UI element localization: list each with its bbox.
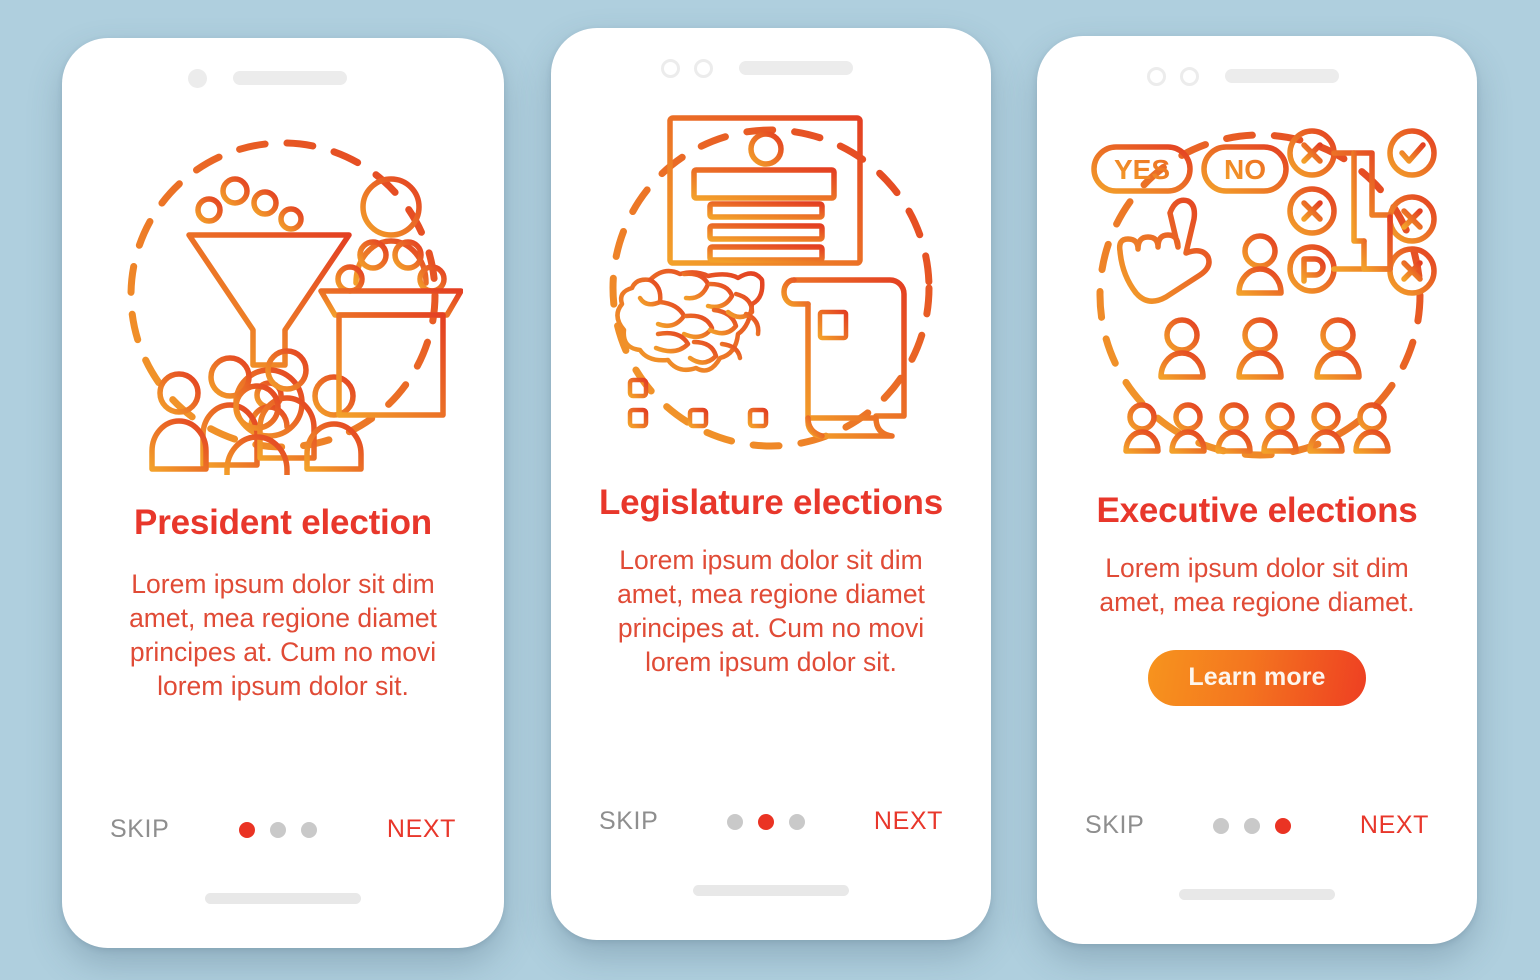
phone-mockup-legislature-elections: Legislature elections Lorem ipsum dolor … bbox=[551, 28, 991, 940]
next-button[interactable]: NEXT bbox=[387, 815, 456, 844]
pagination-dot-1[interactable] bbox=[727, 813, 744, 830]
home-indicator-bar bbox=[693, 885, 849, 896]
next-button[interactable]: NEXT bbox=[874, 807, 943, 836]
no-label: NO bbox=[1224, 154, 1266, 185]
phone-hardware-row bbox=[80, 56, 486, 100]
pagination-dot-3[interactable] bbox=[301, 821, 318, 838]
phone-hardware-row bbox=[1055, 54, 1459, 98]
pagination-dot-2[interactable] bbox=[758, 813, 775, 830]
pagination-dot-2[interactable] bbox=[270, 821, 287, 838]
page-body-text: Lorem ipsum dolor sit dim amet, mea regi… bbox=[129, 568, 437, 701]
yes-label: YES bbox=[1114, 154, 1170, 185]
front-camera-icon bbox=[1147, 66, 1166, 86]
onboarding-footer: SKIP NEXT bbox=[569, 807, 973, 836]
funnel-podium-crowd-illustration bbox=[80, 100, 486, 490]
copy-block: Executive elections Lorem ipsum dolor si… bbox=[1055, 492, 1459, 706]
front-camera-icon bbox=[188, 68, 207, 88]
pagination-dot-2[interactable] bbox=[1244, 817, 1261, 834]
onboarding-screens-canvas: President election Lorem ipsum dolor sit… bbox=[0, 0, 1540, 980]
onboarding-footer: SKIP NEXT bbox=[1055, 811, 1459, 840]
onboarding-footer: SKIP NEXT bbox=[80, 815, 486, 844]
pagination-dots bbox=[658, 813, 874, 830]
yes-no-hierarchy-checklist-illustration: YES NO bbox=[1055, 98, 1459, 488]
proximity-sensor-icon bbox=[694, 58, 713, 78]
page-title: Legislature elections bbox=[599, 483, 943, 522]
earpiece-speaker-icon bbox=[1225, 69, 1339, 83]
ballot-map-scroll-illustration bbox=[569, 90, 973, 480]
pagination-dot-1[interactable] bbox=[239, 821, 256, 838]
pagination-dots bbox=[1144, 817, 1360, 834]
screen-legislature-elections: Legislature elections Lorem ipsum dolor … bbox=[569, 46, 973, 940]
phone-mockup-executive-elections: YES NO Executive elections Lorem ipsum d… bbox=[1037, 36, 1477, 944]
screen-executive-elections: YES NO Executive elections Lorem ipsum d… bbox=[1055, 54, 1459, 944]
learn-more-button[interactable]: Learn more bbox=[1148, 649, 1366, 706]
pagination-dot-1[interactable] bbox=[1213, 817, 1230, 834]
skip-button[interactable]: SKIP bbox=[110, 815, 169, 844]
page-body-text: Lorem ipsum dolor sit dim amet, mea regi… bbox=[617, 544, 925, 677]
page-title: President election bbox=[134, 503, 432, 542]
page-body-text: Lorem ipsum dolor sit dim amet, mea regi… bbox=[1099, 552, 1415, 617]
earpiece-speaker-icon bbox=[233, 71, 347, 85]
proximity-sensor-icon bbox=[1180, 66, 1199, 86]
skip-button[interactable]: SKIP bbox=[1085, 811, 1144, 840]
home-indicator-bar bbox=[205, 893, 361, 904]
page-title: Executive elections bbox=[1096, 491, 1418, 530]
pagination-dot-3[interactable] bbox=[1275, 817, 1292, 834]
copy-block: President election Lorem ipsum dolor sit… bbox=[80, 504, 486, 703]
pagination-dots bbox=[169, 821, 387, 838]
home-indicator-bar bbox=[1179, 889, 1335, 900]
pagination-dot-3[interactable] bbox=[789, 813, 806, 830]
phone-mockup-president-election: President election Lorem ipsum dolor sit… bbox=[62, 38, 504, 948]
earpiece-speaker-icon bbox=[739, 61, 853, 75]
screen-president-election: President election Lorem ipsum dolor sit… bbox=[80, 56, 486, 948]
cta-container: Learn more bbox=[1081, 649, 1433, 706]
next-button[interactable]: NEXT bbox=[1360, 811, 1429, 840]
phone-hardware-row bbox=[569, 46, 973, 90]
copy-block: Legislature elections Lorem ipsum dolor … bbox=[569, 484, 973, 679]
front-camera-icon bbox=[661, 58, 680, 78]
skip-button[interactable]: SKIP bbox=[599, 807, 658, 836]
